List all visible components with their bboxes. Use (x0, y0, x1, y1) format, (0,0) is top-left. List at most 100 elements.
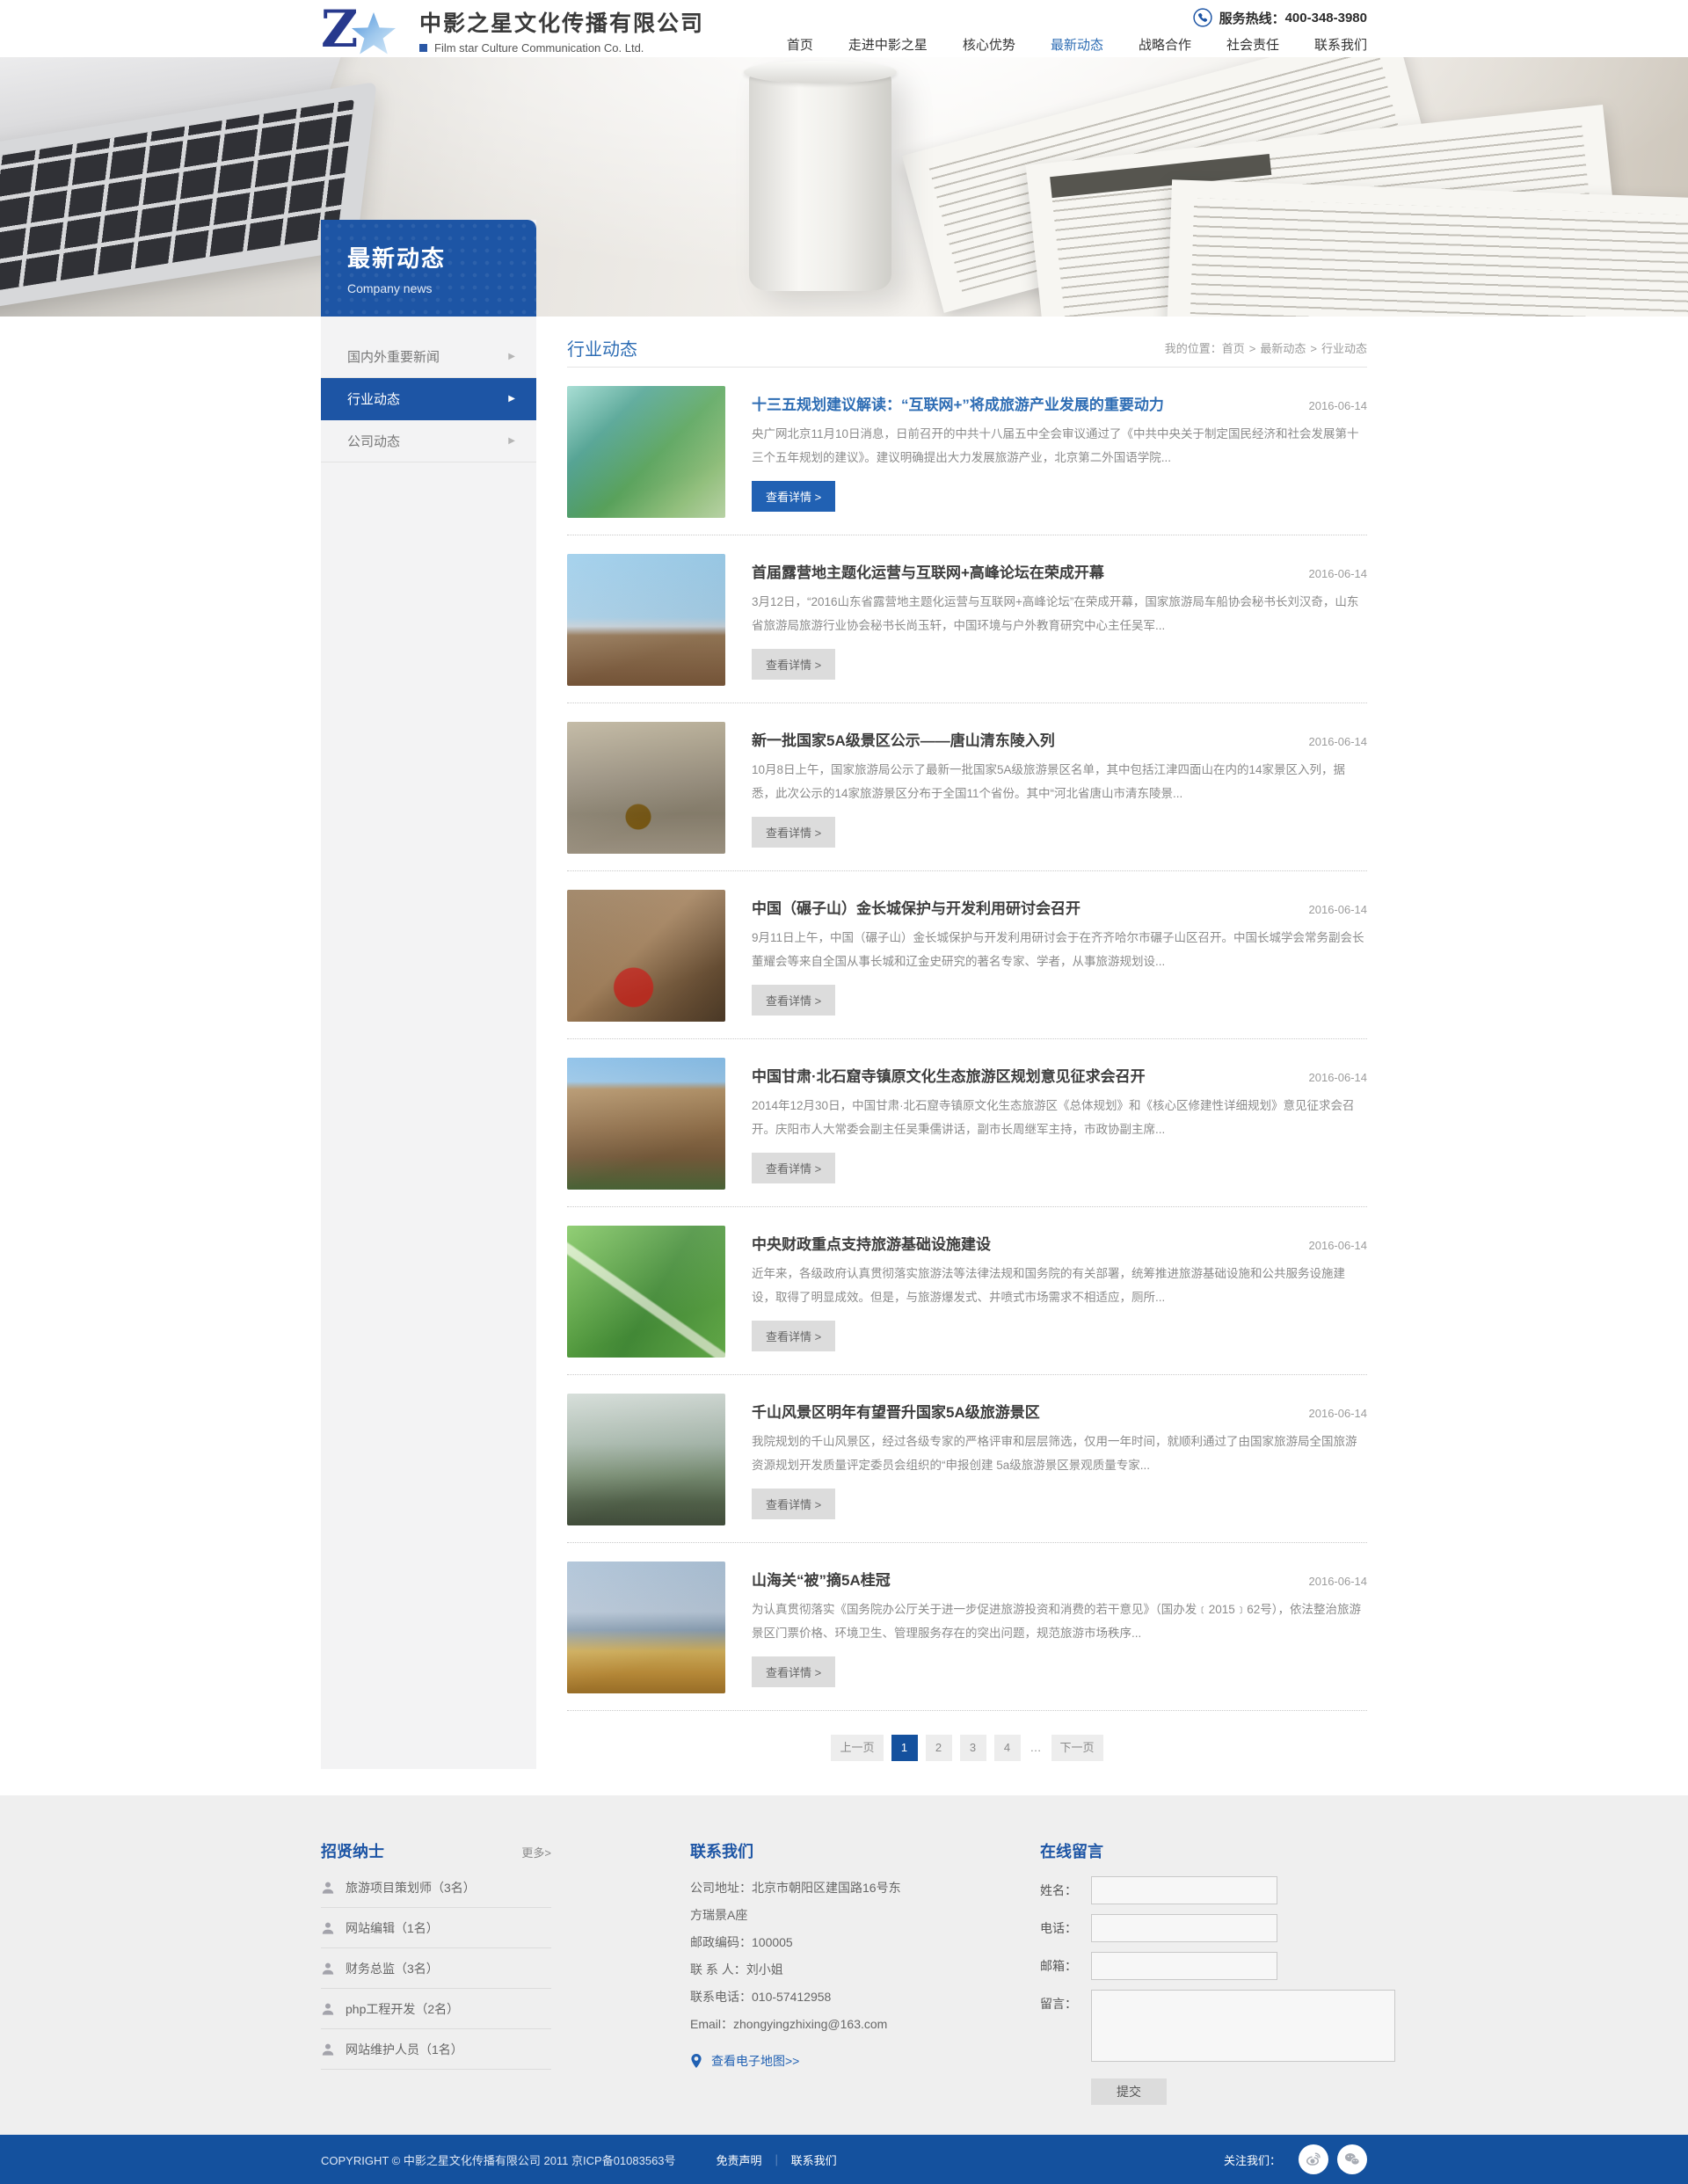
nav-item[interactable]: 联系我们 (1314, 35, 1367, 56)
footer: 招贤纳士 更多> 旅游项目策划师（3名） (0, 1795, 1688, 2135)
news-date: 2016-06-14 (1309, 399, 1368, 412)
pagination-button[interactable]: 4 (994, 1735, 1021, 1761)
view-details-button[interactable]: 查看详情 > (752, 985, 835, 1016)
sidebar-menu-item[interactable]: 国内外重要新闻 ▶ (321, 336, 536, 378)
pagination-button[interactable]: 2 (926, 1735, 952, 1761)
jobs-more-link[interactable]: 更多> (521, 1844, 551, 1860)
sidebar-menu-label: 国内外重要新闻 (347, 347, 440, 366)
star-icon (351, 11, 397, 56)
pagination-button[interactable]: 3 (960, 1735, 986, 1761)
news-title[interactable]: 新一批国家5A级景区公示——唐山清东陵入列 (752, 728, 1055, 750)
form-text-input[interactable] (1091, 1914, 1277, 1942)
contact-info: 公司地址：北京市朝阳区建国路16号东 方瑞景A座 邮政编码：100005 联 系… (690, 1875, 963, 2038)
job-label: 网站维护人员（1名） (346, 2041, 463, 2058)
jobs-title: 招贤纳士 (321, 1839, 384, 1862)
hotline-number: 400-348-3980 (1285, 11, 1367, 25)
news-thumbnail[interactable] (567, 1058, 725, 1190)
news-thumbnail[interactable] (567, 1562, 725, 1693)
person-icon (321, 1881, 335, 1895)
nav-item[interactable]: 社会责任 (1226, 35, 1279, 56)
news-thumbnail[interactable] (567, 722, 725, 854)
news-thumbnail[interactable] (567, 554, 725, 686)
sidebar-menu-item[interactable]: 公司动态 ▶ (321, 420, 536, 462)
contact-title: 联系我们 (690, 1839, 963, 1862)
news-thumbnail[interactable] (567, 386, 725, 518)
map-link[interactable]: 查看电子地图>> (690, 2052, 963, 2070)
job-item[interactable]: 网站维护人员（1名） (321, 2029, 551, 2070)
news-excerpt: 近年来，各级政府认真贯彻落实旅游法等法律法规和国务院的有关部署，统筹推进旅游基础… (752, 1262, 1367, 1309)
message-title: 在线留言 (1040, 1839, 1395, 1862)
view-details-button[interactable]: 查看详情 > (752, 1153, 835, 1183)
news-title[interactable]: 首届露营地主题化运营与互联网+高峰论坛在荣成开幕 (752, 560, 1104, 582)
view-details-button[interactable]: 查看详情 > (752, 817, 835, 848)
news-title[interactable]: 十三五规划建议解读：“互联网+”将成旅游产业发展的重要动力 (752, 392, 1164, 414)
sidebar-menu: 国内外重要新闻 ▶ 行业动态 ▶ 公司动态 ▶ (321, 317, 536, 462)
view-details-button[interactable]: 查看详情 > (752, 649, 835, 680)
job-item[interactable]: 财务总监（3名） (321, 1948, 551, 1989)
news-date: 2016-06-14 (1309, 1407, 1368, 1420)
service-hotline: 服务热线： 400-348-3980 (1193, 8, 1367, 27)
job-label: php工程开发（2名） (346, 2000, 459, 2018)
form-text-input[interactable] (1091, 1952, 1277, 1980)
breadcrumb-link[interactable]: 最新动态 (1260, 342, 1306, 355)
news-thumbnail[interactable] (567, 890, 725, 1022)
job-label: 网站编辑（1名） (346, 1919, 439, 1937)
news-item: 千山风景区明年有望晋升国家5A级旅游景区 2016-06-14 我院规划的千山风… (567, 1375, 1367, 1543)
news-excerpt: 10月8日上午，国家旅游局公示了最新一批国家5A级旅游景区名单，其中包括江津四面… (752, 758, 1367, 805)
contact-line: 方瑞景A座 (690, 1902, 963, 1929)
logo[interactable]: Z 中影之星文化传播有限公司 Film star Culture Communi… (321, 0, 704, 57)
message-textarea[interactable] (1091, 1990, 1395, 2062)
news-excerpt: 3月12日，“2016山东省露营地主题化运营与互联网+高峰论坛”在荣成开幕，国家… (752, 590, 1367, 637)
message-form: 姓名： 电话： 邮箱： 留言： (1040, 1876, 1395, 2105)
bottom-bar: COPYRIGHT © 中影之星文化传播有限公司 2011 京ICP备01083… (0, 2135, 1688, 2184)
news-date: 2016-06-14 (1309, 1575, 1368, 1588)
chevron-right-icon: ▶ (508, 352, 515, 361)
person-icon (321, 2042, 335, 2057)
pagination-button[interactable]: 下一页 (1051, 1735, 1103, 1761)
job-item[interactable]: 网站编辑（1名） (321, 1908, 551, 1948)
news-title[interactable]: 中央财政重点支持旅游基础设施建设 (752, 1232, 991, 1254)
breadcrumb-link[interactable]: 首页 (1222, 342, 1245, 355)
news-date: 2016-06-14 (1309, 1071, 1368, 1084)
submit-button[interactable]: 提交 (1091, 2078, 1167, 2105)
contact-line: 公司地址：北京市朝阳区建国路16号东 (690, 1875, 963, 1902)
job-item[interactable]: php工程开发（2名） (321, 1989, 551, 2029)
logo-mark: Z (321, 5, 412, 56)
pagination-button[interactable]: 上一页 (831, 1735, 883, 1761)
person-icon (321, 1921, 335, 1935)
news-title[interactable]: 千山风景区明年有望晋升国家5A级旅游景区 (752, 1400, 1040, 1422)
pagination-button[interactable]: … (1029, 1735, 1044, 1761)
job-item[interactable]: 旅游项目策划师（3名） (321, 1867, 551, 1908)
news-thumbnail[interactable] (567, 1226, 725, 1358)
newspaper (1167, 179, 1688, 317)
breadcrumb-link[interactable]: 行业动态 (1321, 342, 1367, 355)
news-thumbnail[interactable] (567, 1394, 725, 1525)
breadcrumb-prefix: 我的位置： (1165, 342, 1222, 355)
form-text-input[interactable] (1091, 1876, 1277, 1904)
nav-item[interactable]: 走进中影之星 (848, 35, 928, 56)
nav-item[interactable]: 最新动态 (1051, 35, 1103, 56)
news-title[interactable]: 山海关“被”摘5A桂冠 (752, 1568, 891, 1590)
view-details-button[interactable]: 查看详情 > (752, 1489, 835, 1519)
nav-item[interactable]: 首页 (787, 35, 813, 56)
view-details-button[interactable]: 查看详情 > (752, 1321, 835, 1351)
bottom-link[interactable]: 联系我们 (791, 2154, 837, 2167)
view-details-button[interactable]: 查看详情 > (752, 481, 835, 512)
sidebar-filler (321, 462, 536, 1769)
sidebar-menu-item[interactable]: 行业动态 ▶ (321, 378, 536, 420)
logo-square (419, 44, 427, 52)
site-header: Z 中影之星文化传播有限公司 Film star Culture Communi… (0, 0, 1688, 57)
news-excerpt: 央广网北京11月10日消息，日前召开的中共十八届五中全会审议通过了《中共中央关于… (752, 422, 1367, 470)
news-title[interactable]: 中国甘肃·北石窟寺镇原文化生态旅游区规划意见征求会召开 (752, 1064, 1146, 1086)
view-details-button[interactable]: 查看详情 > (752, 1656, 835, 1687)
news-date: 2016-06-14 (1309, 735, 1368, 748)
pagination-button[interactable]: 1 (891, 1735, 918, 1761)
paper-cup (749, 69, 891, 291)
nav-item[interactable]: 战略合作 (1139, 35, 1191, 56)
nav-item[interactable]: 核心优势 (963, 35, 1015, 56)
news-title[interactable]: 中国（碾子山）金长城保护与开发利用研讨会召开 (752, 896, 1080, 918)
news-item: 山海关“被”摘5A桂冠 2016-06-14 为认真贯彻落实《国务院办公厅关于进… (567, 1543, 1367, 1711)
wechat-icon[interactable] (1337, 2144, 1367, 2174)
weibo-icon[interactable] (1299, 2144, 1328, 2174)
bottom-link[interactable]: 免责声明 (717, 2154, 762, 2167)
